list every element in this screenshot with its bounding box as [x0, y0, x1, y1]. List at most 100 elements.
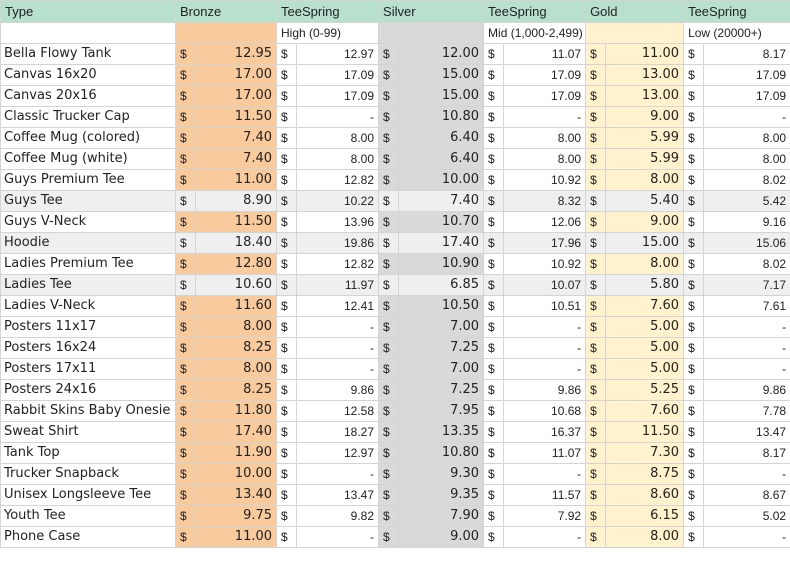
cell-bronze-currency[interactable]: $ — [175, 85, 196, 107]
cell-teespring-mid-currency[interactable]: $ — [483, 442, 505, 464]
cell-silver-value[interactable]: 9.00 — [398, 526, 485, 548]
cell-bronze-value[interactable]: 8.00 — [194, 358, 278, 380]
cell-bronze-currency[interactable]: $ — [175, 442, 196, 464]
cell-silver-value[interactable]: 9.30 — [398, 463, 485, 485]
cell-teespring-high-currency[interactable]: $ — [276, 127, 298, 149]
cell-silver-value[interactable]: 7.25 — [398, 379, 485, 401]
cell-bronze-currency[interactable]: $ — [175, 358, 196, 380]
cell-bronze-value[interactable]: 8.00 — [194, 316, 278, 338]
cell-teespring-mid-value[interactable]: 9.86 — [503, 379, 587, 401]
cell-silver-value[interactable]: 9.35 — [398, 484, 485, 506]
cell-teespring-mid-currency[interactable]: $ — [483, 253, 505, 275]
cell-teespring-low-value[interactable]: 8.17 — [703, 442, 790, 464]
cell-teespring-mid-value[interactable]: 10.92 — [503, 169, 587, 191]
cell-teespring-mid-currency[interactable]: $ — [483, 358, 505, 380]
cell-teespring-mid-currency[interactable]: $ — [483, 526, 505, 548]
cell-teespring-high-currency[interactable]: $ — [276, 295, 298, 317]
cell-bronze-value[interactable]: 7.40 — [194, 148, 278, 170]
cell-teespring-high-currency[interactable]: $ — [276, 148, 298, 170]
header-teespring-low[interactable]: TeeSpring — [683, 0, 790, 23]
cell-teespring-high-value[interactable]: - — [296, 316, 380, 338]
cell-gold-currency[interactable]: $ — [585, 463, 607, 485]
cell-teespring-low-value[interactable]: 7.61 — [703, 295, 790, 317]
cell-gold-value[interactable]: 11.50 — [605, 421, 685, 443]
cell-teespring-high-value[interactable]: 12.97 — [296, 442, 380, 464]
cell-teespring-high-currency[interactable]: $ — [276, 421, 298, 443]
cell-silver-value[interactable]: 7.40 — [398, 190, 485, 212]
cell-silver-value[interactable]: 17.40 — [398, 232, 485, 254]
cell-silver-currency[interactable]: $ — [378, 127, 400, 149]
cell-teespring-low-currency[interactable]: $ — [683, 190, 705, 212]
cell-teespring-mid-value[interactable]: 17.96 — [503, 232, 587, 254]
cell-teespring-high-value[interactable]: 12.97 — [296, 43, 380, 65]
cell-teespring-low-value[interactable]: 8.02 — [703, 169, 790, 191]
cell-silver-currency[interactable]: $ — [378, 400, 400, 422]
cell-bronze-value[interactable]: 8.25 — [194, 379, 278, 401]
header-teespring-mid[interactable]: TeeSpring — [483, 0, 587, 23]
cell-gold-currency[interactable]: $ — [585, 295, 607, 317]
cell-teespring-high-currency[interactable]: $ — [276, 316, 298, 338]
cell-bronze-value[interactable]: 17.00 — [194, 85, 278, 107]
header-type[interactable]: Type — [0, 0, 176, 23]
cell-silver-currency[interactable]: $ — [378, 484, 400, 506]
cell-teespring-high-currency[interactable]: $ — [276, 43, 298, 65]
cell-bronze-currency[interactable]: $ — [175, 379, 196, 401]
cell-teespring-mid-currency[interactable]: $ — [483, 484, 505, 506]
cell-silver-currency[interactable]: $ — [378, 379, 400, 401]
cell-teespring-high-currency[interactable]: $ — [276, 358, 298, 380]
cell-teespring-low-value[interactable]: 17.09 — [703, 85, 790, 107]
cell-gold-value[interactable]: 5.00 — [605, 358, 685, 380]
cell-teespring-mid-currency[interactable]: $ — [483, 421, 505, 443]
cell-teespring-low-currency[interactable]: $ — [683, 400, 705, 422]
cell-teespring-low-currency[interactable]: $ — [683, 253, 705, 275]
cell-type[interactable]: Coffee Mug (colored) — [0, 127, 176, 149]
cell-bronze-currency[interactable]: $ — [175, 127, 196, 149]
cell-teespring-high-value[interactable]: 8.00 — [296, 127, 380, 149]
cell-silver-currency[interactable]: $ — [378, 337, 400, 359]
cell-gold-value[interactable]: 13.00 — [605, 64, 685, 86]
cell-type[interactable]: Ladies Tee — [0, 274, 176, 296]
cell-silver-currency[interactable]: $ — [378, 421, 400, 443]
cell-gold-currency[interactable]: $ — [585, 526, 607, 548]
cell-bronze-currency[interactable]: $ — [175, 190, 196, 212]
cell-teespring-low-currency[interactable]: $ — [683, 64, 705, 86]
cell-silver-currency[interactable]: $ — [378, 85, 400, 107]
cell-teespring-high-currency[interactable]: $ — [276, 85, 298, 107]
cell-silver-currency[interactable]: $ — [378, 358, 400, 380]
cell-teespring-high-value[interactable]: 10.22 — [296, 190, 380, 212]
cell-teespring-high-value[interactable]: 19.86 — [296, 232, 380, 254]
cell-gold-currency[interactable]: $ — [585, 232, 607, 254]
cell-gold-value[interactable]: 5.00 — [605, 337, 685, 359]
cell-silver-currency[interactable]: $ — [378, 274, 400, 296]
cell-teespring-low-value[interactable]: 8.17 — [703, 43, 790, 65]
cell-bronze-currency[interactable]: $ — [175, 526, 196, 548]
cell-silver-value[interactable]: 7.95 — [398, 400, 485, 422]
cell-teespring-mid-value[interactable]: 8.00 — [503, 127, 587, 149]
cell-teespring-mid-currency[interactable]: $ — [483, 379, 505, 401]
cell-gold-currency[interactable]: $ — [585, 442, 607, 464]
cell-type[interactable]: Canvas 16x20 — [0, 64, 176, 86]
cell-teespring-high-value[interactable]: - — [296, 106, 380, 128]
cell-gold-value[interactable]: 9.00 — [605, 106, 685, 128]
cell-teespring-low-currency[interactable]: $ — [683, 505, 705, 527]
cell-silver-value[interactable]: 12.00 — [398, 43, 485, 65]
cell-silver-currency[interactable]: $ — [378, 316, 400, 338]
cell-gold-currency[interactable]: $ — [585, 43, 607, 65]
cell-gold-value[interactable]: 5.80 — [605, 274, 685, 296]
cell-gold-currency[interactable]: $ — [585, 64, 607, 86]
cell-type[interactable]: Classic Trucker Cap — [0, 106, 176, 128]
cell-gold-value[interactable]: 7.60 — [605, 295, 685, 317]
cell-silver-currency[interactable]: $ — [378, 148, 400, 170]
cell-teespring-low-value[interactable]: 9.86 — [703, 379, 790, 401]
cell-bronze-currency[interactable]: $ — [175, 316, 196, 338]
cell-silver-currency[interactable]: $ — [378, 43, 400, 65]
cell-gold-value[interactable]: 5.99 — [605, 127, 685, 149]
cell-teespring-high-value[interactable]: 13.96 — [296, 211, 380, 233]
cell-teespring-high-currency[interactable]: $ — [276, 253, 298, 275]
cell-teespring-low-currency[interactable]: $ — [683, 169, 705, 191]
cell-bronze-value[interactable]: 10.00 — [194, 463, 278, 485]
cell-teespring-high-currency[interactable]: $ — [276, 400, 298, 422]
cell-teespring-mid-value[interactable]: 17.09 — [503, 64, 587, 86]
cell-silver-value[interactable]: 7.00 — [398, 316, 485, 338]
cell-teespring-low-currency[interactable]: $ — [683, 211, 705, 233]
